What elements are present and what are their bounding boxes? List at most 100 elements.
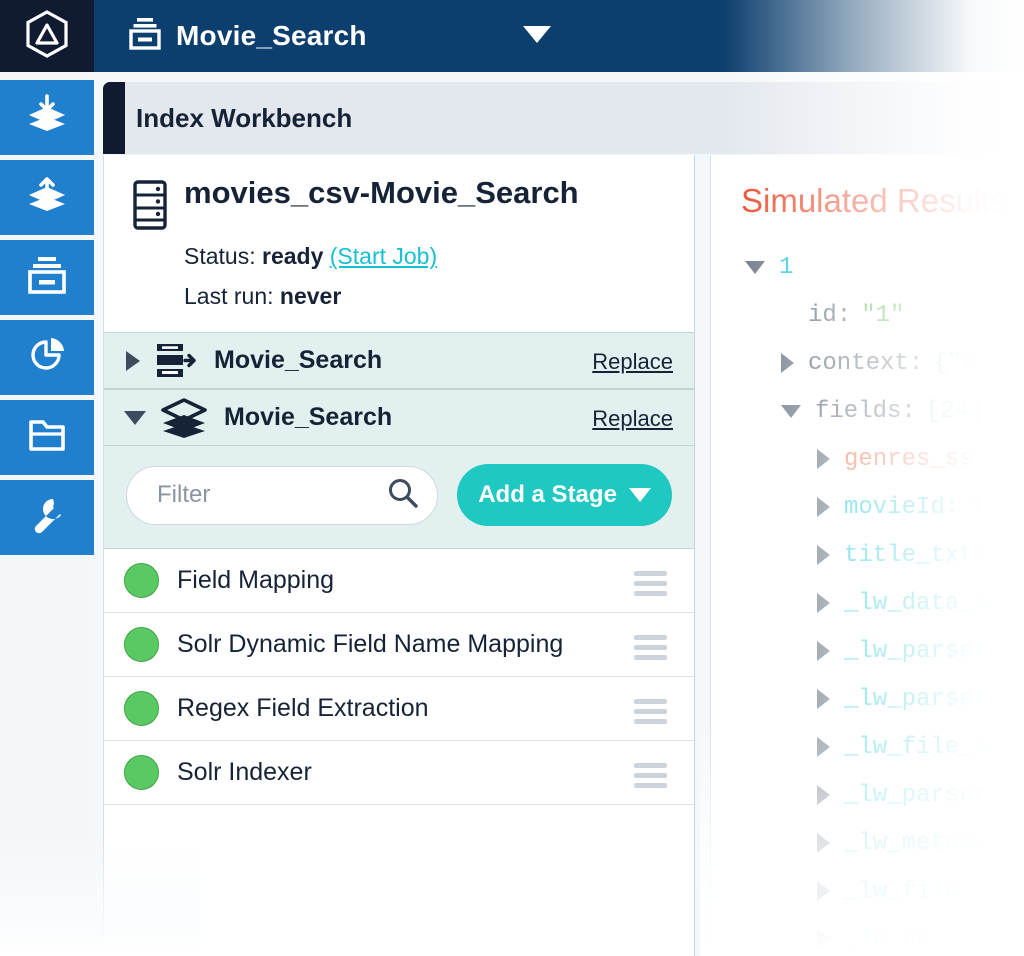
stage-status-indicator[interactable]	[124, 563, 159, 598]
json-tree-node[interactable]: _lw_data_s	[745, 579, 988, 627]
analytics-pie-icon	[25, 333, 69, 382]
stage-list: Field Mapping Solr Dynamic Field Name Map…	[104, 549, 694, 805]
search-icon[interactable]	[387, 477, 419, 514]
pipeline-row-label: Movie_Search	[224, 403, 393, 431]
json-key: _lw_metada	[844, 829, 989, 857]
search-input[interactable]	[157, 481, 387, 509]
json-tree-node[interactable]: _lw_parser	[745, 771, 988, 819]
job-lastrun-line: Last run: never	[184, 283, 341, 310]
stage-label: Solr Dynamic Field Name Mapping	[177, 630, 564, 658]
chevron-right-icon[interactable]	[817, 545, 830, 565]
datasource-database-icon	[130, 179, 170, 236]
start-job-link[interactable]: (Start Job)	[330, 243, 437, 269]
json-key: _lw_parser	[844, 685, 989, 713]
chevron-right-icon[interactable]	[817, 449, 830, 469]
stage-status-indicator[interactable]	[124, 627, 159, 662]
json-tree-node[interactable]: _lw_metada	[745, 819, 988, 867]
stage-status-indicator[interactable]	[124, 755, 159, 790]
stage-label: Solr Indexer	[177, 758, 312, 786]
drag-handle-icon[interactable]	[634, 635, 667, 660]
parser-replace-link[interactable]: Replace	[592, 349, 673, 375]
app-root: Movie_Search Index Workbench movies_csv-…	[0, 0, 1024, 956]
json-key: id:	[808, 301, 852, 329]
parser-row-label: Movie_Search	[214, 346, 383, 374]
json-tree-node[interactable]: title_txt:	[745, 531, 988, 579]
stage-status-indicator[interactable]	[124, 691, 159, 726]
chevron-right-icon[interactable]	[817, 785, 830, 805]
json-tree-node[interactable]: _lw_file_c	[745, 867, 988, 915]
page-title: Simulated Results	[741, 182, 1007, 219]
chevron-right-icon[interactable]	[817, 929, 830, 949]
json-key: movieId:	[844, 493, 960, 521]
app-title-group[interactable]: Movie_Search	[94, 0, 1024, 72]
chevron-down-icon[interactable]	[124, 410, 146, 425]
pipeline-row[interactable]: Movie_Search Replace	[104, 389, 694, 446]
json-value: 1	[969, 493, 984, 521]
chevron-right-icon[interactable]	[817, 593, 830, 613]
stage-label: Field Mapping	[177, 566, 335, 594]
sidebar-item-analytics[interactable]	[0, 320, 94, 395]
stage-row[interactable]: Field Mapping	[104, 549, 694, 613]
stage-row[interactable]: Solr Dynamic Field Name Mapping	[104, 613, 694, 677]
stage-row[interactable]: Regex Field Extraction	[104, 677, 694, 741]
query-pipeline-icon	[25, 173, 69, 222]
index-pipeline-stack-icon	[160, 397, 208, 439]
drag-handle-icon[interactable]	[634, 571, 667, 596]
add-stage-button[interactable]: Add a Stage	[457, 464, 672, 526]
collections-icon	[26, 254, 68, 301]
chevron-down-icon[interactable]	[523, 26, 551, 43]
json-key: genres_ss	[844, 445, 974, 473]
workbench-tab-label[interactable]: Index Workbench	[136, 103, 352, 134]
json-key: _lw_data_s	[844, 589, 989, 617]
json-tree-node[interactable]: genres_ss	[745, 435, 988, 483]
parser-row[interactable]: Movie_Search Replace	[104, 332, 694, 389]
parser-icon	[154, 341, 198, 381]
chevron-right-icon[interactable]	[817, 689, 830, 709]
sidebar-item-indexing[interactable]	[0, 80, 94, 155]
chevron-down-icon[interactable]	[745, 260, 765, 274]
tools-wrench-icon	[26, 494, 68, 541]
stage-label: Regex Field Extraction	[177, 694, 429, 722]
job-title: movies_csv-Movie_Search	[184, 175, 579, 210]
chevron-right-icon[interactable]	[126, 350, 140, 371]
stage-toolbar: Add a Stage	[104, 446, 694, 549]
chevron-right-icon[interactable]	[817, 881, 830, 901]
chevron-right-icon[interactable]	[781, 353, 794, 373]
top-header-bar: Movie_Search	[0, 0, 1024, 72]
pipeline-editor-card: movies_csv-Movie_Search Status: ready (S…	[103, 155, 695, 956]
workbench-tab-accent	[103, 82, 125, 154]
json-value: [24]	[925, 397, 984, 425]
json-tree-node[interactable]: context: {"s	[745, 339, 988, 387]
sidebar-item-tools[interactable]	[0, 480, 94, 555]
json-tree-node[interactable]: _lw_file_s	[745, 723, 988, 771]
json-key: _lw_parser	[844, 637, 989, 665]
app-logo-block[interactable]	[0, 0, 94, 72]
sidebar-item-datasources[interactable]	[0, 400, 94, 475]
pipeline-replace-link[interactable]: Replace	[592, 406, 673, 432]
sidebar-item-collections[interactable]	[0, 240, 94, 315]
json-tree-node[interactable]: id: "1"	[745, 291, 988, 339]
chevron-right-icon[interactable]	[817, 497, 830, 517]
json-tree-node[interactable]: _lw_parser	[745, 627, 988, 675]
json-tree-node[interactable]: fields: [24]	[745, 387, 988, 435]
job-status-value: ready	[262, 243, 324, 269]
chevron-right-icon[interactable]	[817, 641, 830, 661]
json-value: {"s	[933, 349, 977, 377]
chevron-right-icon[interactable]	[817, 833, 830, 853]
chevron-down-icon[interactable]	[781, 404, 801, 418]
sidebar-item-querying[interactable]	[0, 160, 94, 235]
json-tree-node[interactable]: 1	[745, 243, 988, 291]
job-lastrun-value: never	[279, 283, 342, 309]
job-status-line: Status: ready (Start Job)	[184, 243, 437, 270]
datasources-folder-icon	[26, 414, 68, 461]
json-tree-node[interactable]: movieId: 1	[745, 483, 988, 531]
chevron-right-icon[interactable]	[817, 737, 830, 757]
filter-field-wrapper[interactable]	[126, 465, 439, 525]
json-key: _lw_parser	[844, 781, 989, 809]
drag-handle-icon[interactable]	[634, 699, 667, 724]
drag-handle-icon[interactable]	[634, 763, 667, 788]
json-tree-node[interactable]: _lw_parser	[745, 675, 988, 723]
json-tree-node[interactable]: _lw_parser	[745, 915, 988, 956]
json-key: context:	[808, 349, 924, 377]
stage-row[interactable]: Solr Indexer	[104, 741, 694, 805]
